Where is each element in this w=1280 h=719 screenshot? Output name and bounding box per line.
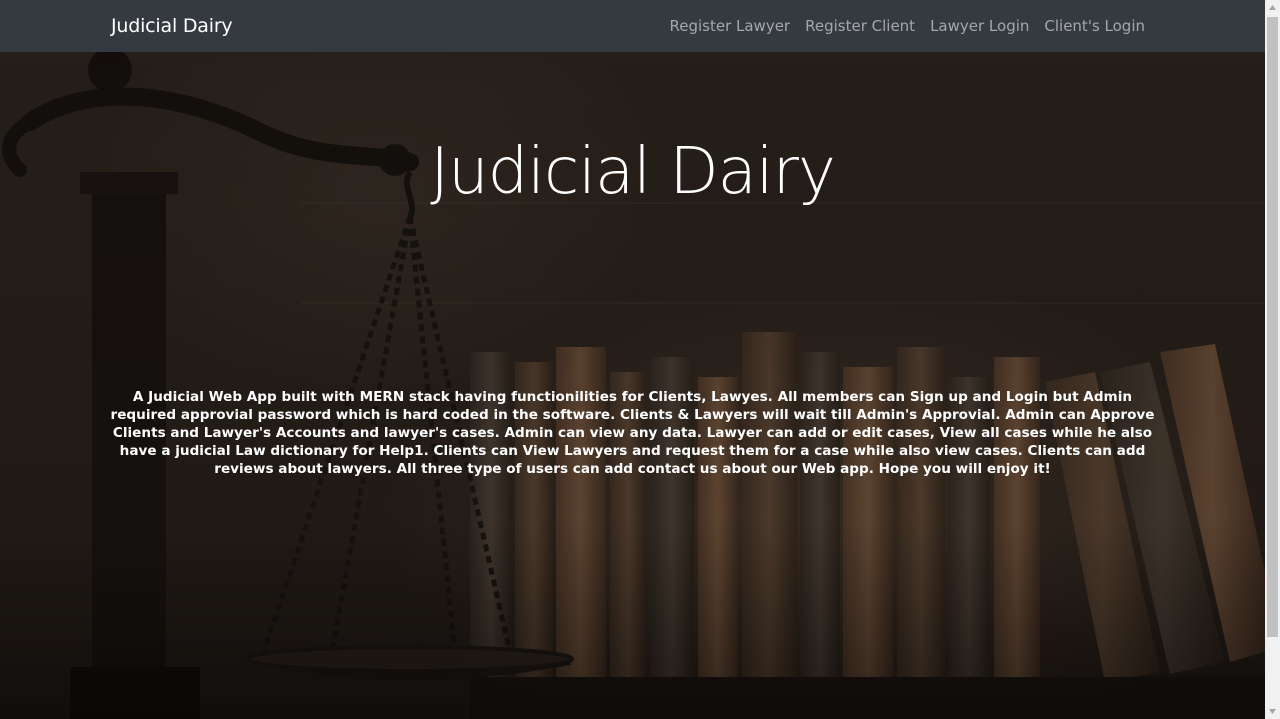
scrollbar-thumb[interactable]	[1267, 17, 1278, 637]
nav-link-client-login[interactable]: Client's Login	[1044, 16, 1145, 36]
vertical-scrollbar[interactable]	[1265, 0, 1280, 719]
hero-section: Judicial Dairy A Judicial Web App built …	[0, 52, 1265, 719]
nav-link-register-client[interactable]: Register Client	[805, 16, 915, 36]
nav-links: Register Lawyer Register Client Lawyer L…	[669, 16, 1145, 36]
triangle-down-icon[interactable]	[1265, 704, 1280, 719]
page: Judicial Dairy Register Lawyer Register …	[0, 0, 1280, 719]
nav-link-lawyer-login[interactable]: Lawyer Login	[930, 16, 1029, 36]
triangle-up-icon[interactable]	[1265, 0, 1280, 15]
nav-link-register-lawyer[interactable]: Register Lawyer	[669, 16, 790, 36]
navbar: Judicial Dairy Register Lawyer Register …	[0, 0, 1265, 52]
hero-title: Judicial Dairy	[430, 135, 836, 209]
hero-description: A Judicial Web App built with MERN stack…	[110, 389, 1155, 477]
navbar-brand[interactable]: Judicial Dairy	[111, 14, 233, 38]
